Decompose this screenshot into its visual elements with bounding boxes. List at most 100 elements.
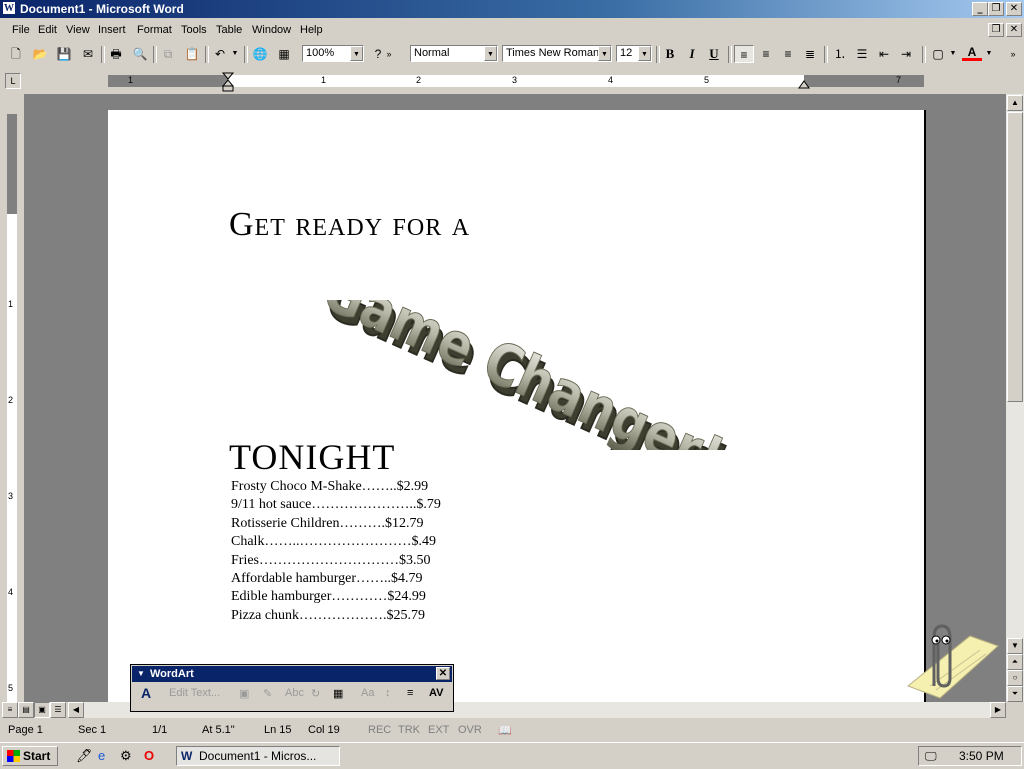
font-color-icon[interactable]: A: [962, 45, 982, 61]
insert-table-icon[interactable]: ▦: [274, 45, 294, 63]
office-assistant-paperclip-icon[interactable]: [900, 616, 1000, 702]
align-left-icon[interactable]: ≡: [734, 45, 754, 63]
font-color-dropdown-icon[interactable]: ▼: [984, 45, 994, 63]
align-right-icon[interactable]: ≡: [778, 45, 798, 63]
font-combo[interactable]: Times New Roman ▼: [502, 45, 612, 62]
alignment-icon[interactable]: ≡: [407, 687, 413, 699]
font-size-combo[interactable]: 12 ▼: [616, 45, 652, 62]
clock[interactable]: 3:50 PM: [959, 749, 1004, 763]
close-icon[interactable]: ✕: [436, 667, 450, 680]
list-item[interactable]: Affordable hamburger……..$4.79: [231, 570, 441, 588]
vertical-text-icon[interactable]: ↕: [385, 687, 391, 699]
bold-icon[interactable]: B: [660, 45, 680, 63]
vertical-ruler[interactable]: 1 2 3 4 5: [0, 94, 24, 704]
borders-dropdown-icon[interactable]: ▼: [948, 45, 958, 63]
menu-insert[interactable]: Insert: [98, 24, 126, 36]
tab-selector-icon[interactable]: L: [5, 73, 21, 89]
status-trk[interactable]: TRK: [398, 724, 420, 736]
scroll-left-icon[interactable]: ◀: [68, 702, 84, 718]
price-list[interactable]: Frosty Choco M-Shake……..$2.99 9/11 hot s…: [231, 478, 441, 625]
list-item[interactable]: Frosty Choco M-Shake……..$2.99: [231, 478, 441, 496]
next-page-icon[interactable]: ⏷: [1007, 686, 1023, 702]
wordart-shape-icon[interactable]: Abc: [285, 687, 304, 699]
text-wrapping-icon[interactable]: ▦: [333, 687, 343, 700]
free-rotate-icon[interactable]: ↻: [311, 687, 320, 700]
save-icon[interactable]: 💾: [54, 45, 74, 63]
taskbar-document-button[interactable]: W Document1 - Micros...: [176, 746, 340, 766]
undo-dropdown-icon[interactable]: ▼: [230, 45, 240, 63]
close-button[interactable]: ✕: [1006, 2, 1022, 16]
increase-indent-icon[interactable]: ⇥: [896, 45, 916, 63]
menu-window[interactable]: Window: [252, 24, 291, 36]
print-layout-view-icon[interactable]: ▣: [34, 702, 50, 718]
opera-icon[interactable]: O: [144, 748, 154, 763]
wordart-toolbar[interactable]: ▼ WordArt ✕ A Edit Text... ▣ ✎ Abc ↻ ▦ A…: [130, 664, 454, 712]
doc-close-button[interactable]: ✕: [1006, 23, 1022, 37]
list-item[interactable]: Edible hamburger…………$24.99: [231, 588, 441, 606]
list-item[interactable]: 9/11 hot sauce…………………..$.79: [231, 496, 441, 514]
toolbar-options-icon[interactable]: ▼: [137, 666, 145, 682]
chevron-down-icon[interactable]: ▼: [598, 46, 611, 61]
right-indent-marker-icon[interactable]: [797, 78, 811, 90]
justify-icon[interactable]: ≣: [800, 45, 820, 63]
show-desktop-icon[interactable]: 🖊: [76, 748, 93, 764]
chevron-down-icon[interactable]: ▼: [350, 46, 363, 61]
print-icon[interactable]: 🖶: [106, 45, 126, 63]
menu-help[interactable]: Help: [300, 24, 323, 36]
restore-button[interactable]: ❐: [988, 2, 1004, 16]
indent-marker-icon[interactable]: [221, 72, 235, 92]
align-center-icon[interactable]: ≡: [756, 45, 776, 63]
quick-launch-icon[interactable]: ⚙: [120, 748, 132, 764]
format-wordart-icon[interactable]: ✎: [263, 687, 272, 700]
same-letter-heights-icon[interactable]: Aa: [361, 687, 374, 699]
menu-edit[interactable]: Edit: [38, 24, 57, 36]
italic-icon[interactable]: I: [682, 45, 702, 63]
numbering-icon[interactable]: ⒈: [830, 45, 850, 63]
underline-icon[interactable]: U: [704, 45, 724, 63]
character-spacing-icon[interactable]: AV: [429, 687, 443, 699]
wordart-gallery-icon[interactable]: ▣: [239, 687, 249, 700]
menu-table[interactable]: Table: [216, 24, 242, 36]
doc-restore-button[interactable]: ❐: [988, 23, 1004, 37]
normal-view-icon[interactable]: ≡: [2, 702, 18, 718]
copy-icon[interactable]: ⧉: [158, 45, 178, 63]
status-ovr[interactable]: OVR: [458, 724, 482, 736]
web-layout-view-icon[interactable]: ▤: [18, 702, 34, 718]
vertical-scroll-thumb[interactable]: [1007, 112, 1023, 402]
scroll-down-icon[interactable]: ▼: [1007, 638, 1023, 654]
status-rec[interactable]: REC: [368, 724, 391, 736]
scroll-right-icon[interactable]: ▶: [990, 702, 1006, 718]
document-area[interactable]: Get ready for a Game Changer! Game Chang…: [24, 94, 1006, 702]
email-icon[interactable]: ✉: [78, 45, 98, 63]
menu-file[interactable]: File: [12, 24, 30, 36]
menu-tools[interactable]: Tools: [181, 24, 207, 36]
style-combo[interactable]: Normal ▼: [410, 45, 498, 62]
wordart-game-changer[interactable]: Game Changer! Game Changer!: [308, 300, 748, 450]
web-toolbar-icon[interactable]: 🌐: [250, 45, 270, 63]
heading-get-ready[interactable]: Get ready for a: [229, 206, 470, 244]
more-buttons-icon[interactable]: »: [1008, 45, 1018, 63]
word-app-icon[interactable]: W: [2, 1, 16, 15]
edit-text-button[interactable]: Edit Text...: [169, 687, 220, 699]
list-item[interactable]: Rotisserie Children……….$12.79: [231, 515, 441, 533]
horizontal-ruler[interactable]: L 1 1 2 3 4 5 7: [0, 70, 1024, 92]
vertical-scrollbar[interactable]: ▲ ▼ ⏶ ○ ⏷: [1006, 94, 1024, 702]
bullets-icon[interactable]: ☰: [852, 45, 872, 63]
tray-monitor-icon[interactable]: 🖵: [925, 749, 937, 764]
paste-icon[interactable]: 📋: [182, 45, 202, 63]
document-page[interactable]: Get ready for a Game Changer! Game Chang…: [108, 110, 926, 702]
list-item[interactable]: Chalk……..……………………$.49: [231, 533, 441, 551]
more-buttons-icon[interactable]: »: [384, 45, 394, 63]
start-button[interactable]: Start: [2, 746, 58, 766]
list-item[interactable]: Pizza chunk……………….$25.79: [231, 607, 441, 625]
list-item[interactable]: Fries…………………………$3.50: [231, 552, 441, 570]
open-folder-icon[interactable]: 📂: [30, 45, 50, 63]
minimize-button[interactable]: _: [972, 2, 988, 16]
status-ext[interactable]: EXT: [428, 724, 449, 736]
outline-view-icon[interactable]: ☰: [50, 702, 66, 718]
chevron-down-icon[interactable]: ▼: [638, 46, 651, 61]
chevron-down-icon[interactable]: ▼: [484, 46, 497, 61]
internet-explorer-icon[interactable]: e: [98, 748, 105, 763]
menu-format[interactable]: Format: [137, 24, 172, 36]
undo-icon[interactable]: ↶: [210, 45, 230, 63]
